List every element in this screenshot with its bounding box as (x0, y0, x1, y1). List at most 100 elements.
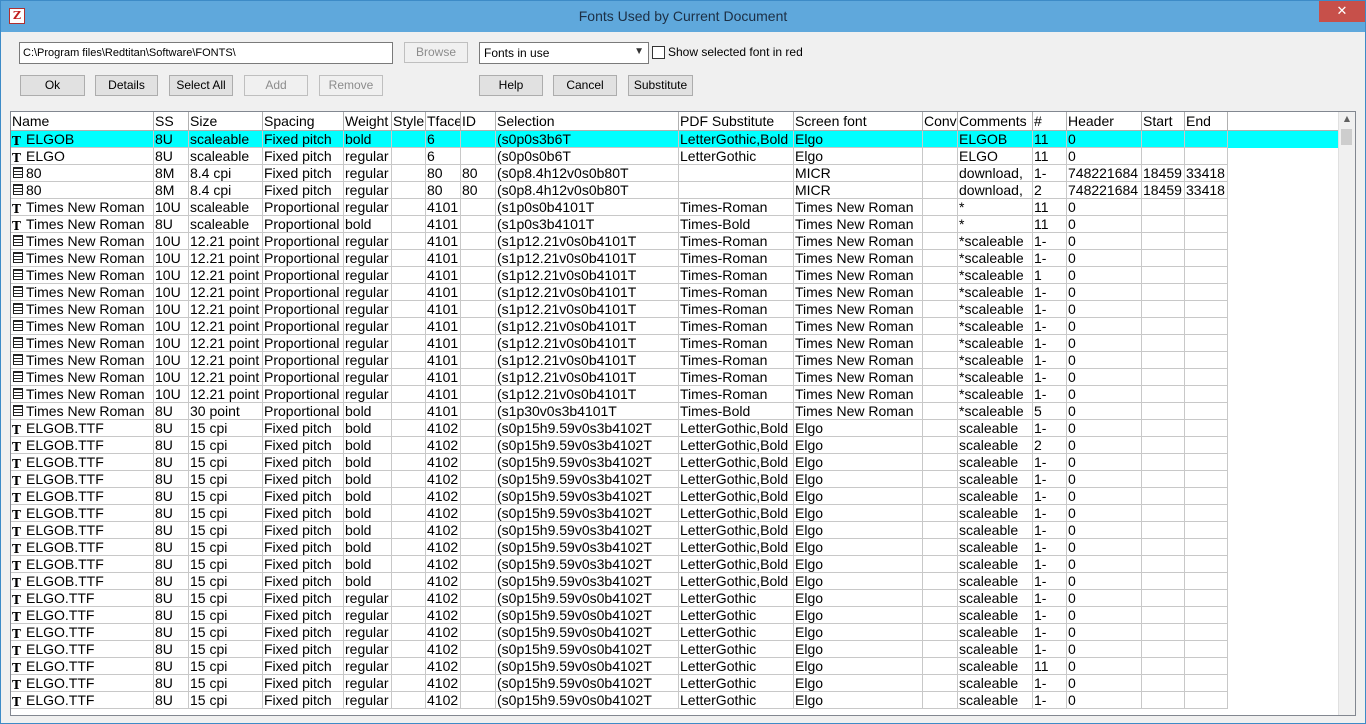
column-header-selection[interactable]: Selection (496, 112, 679, 130)
column-header-id[interactable]: ID (461, 112, 496, 130)
column-header-ss[interactable]: SS (154, 112, 189, 130)
table-row[interactable]: Times New Roman 10U 12.21 point Proportiona… (11, 318, 1341, 335)
table-row[interactable]: ELGOB.TTF 8U 15 cpi Fixed pitch bold 4102 (s0p… (11, 420, 1341, 437)
column-header-size[interactable]: Size (189, 112, 263, 130)
printer-font-icon (12, 166, 24, 179)
table-row[interactable]: ELGOB 8U scaleable Fixed pitch bold 6 (s0p0s3b… (11, 131, 1341, 148)
table-row[interactable]: ELGOB.TTF 8U 15 cpi Fixed pitch bold 4102 (s0p… (11, 454, 1341, 471)
column-header-start[interactable]: Start (1142, 112, 1185, 130)
table-row[interactable]: ELGOB.TTF 8U 15 cpi Fixed pitch bold 4102 (s0p… (11, 437, 1341, 454)
table-row[interactable]: ELGO 8U scaleable Fixed pitch regular 6 (s0p0s… (11, 148, 1341, 165)
table-row[interactable]: ELGOB.TTF 8U 15 cpi Fixed pitch bold 4102 (s0p… (11, 573, 1341, 590)
column-header-header[interactable]: Header (1067, 112, 1142, 130)
table-row[interactable]: ELGOB.TTF 8U 15 cpi Fixed pitch bold 4102 (s0p… (11, 522, 1341, 539)
table-cell: (s1p12.21v0s0b4101T (496, 250, 679, 267)
cell-text: 33418 (1186, 165, 1225, 181)
column-header-end[interactable]: End (1185, 112, 1228, 130)
table-row[interactable]: 80 8M 8.4 cpi Fixed pitch regular 80 80 (s0p8.4… (11, 165, 1341, 182)
table-row[interactable]: ELGOB.TTF 8U 15 cpi Fixed pitch bold 4102 (s0p… (11, 505, 1341, 522)
table-row[interactable]: Times New Roman 10U 12.21 point Proportiona… (11, 369, 1341, 386)
help-button[interactable]: Help (479, 75, 543, 96)
table-cell: 1- (1033, 522, 1067, 539)
column-header-[interactable]: # (1033, 112, 1067, 130)
add-button[interactable]: Add (244, 75, 308, 96)
table-row[interactable]: Times New Roman 10U 12.21 point Proportiona… (11, 386, 1341, 403)
table-row[interactable]: 80 8M 8.4 cpi Fixed pitch regular 80 80 (s0p8.4… (11, 182, 1341, 199)
column-header-pdf-substitute[interactable]: PDF Substitute (679, 112, 794, 130)
column-header-comments[interactable]: Comments (958, 112, 1033, 130)
cell-text: regular (345, 624, 389, 640)
cell-text: 4101 (427, 403, 459, 419)
cancel-button[interactable]: Cancel (553, 75, 617, 96)
cell-text: (s0p8.4h12v0s0b80T (497, 165, 629, 181)
table-row[interactable]: ELGOB.TTF 8U 15 cpi Fixed pitch bold 4102 (s0p… (11, 539, 1341, 556)
cell-text: ELGO (959, 148, 998, 164)
table-row[interactable]: Times New Roman 10U 12.21 point Proportiona… (11, 352, 1341, 369)
cell-text: (s1p12.21v0s0b4101T (497, 386, 637, 402)
browse-button[interactable]: Browse (404, 42, 468, 63)
cell-text: 4102 (427, 454, 459, 470)
column-header-weight[interactable]: Weight (344, 112, 392, 130)
table-row[interactable]: ELGOB.TTF 8U 15 cpi Fixed pitch bold 4102 (s0p… (11, 471, 1341, 488)
cell-text: regular (345, 148, 389, 164)
cell-text: LetterGothic,Bold (680, 437, 789, 453)
table-cell: Fixed pitch (263, 471, 344, 488)
column-header-name[interactable]: Name (11, 112, 154, 130)
table-cell: 10U (154, 369, 189, 386)
table-cell: scaleable (958, 658, 1033, 675)
table-cell: Fixed pitch (263, 165, 344, 182)
remove-button[interactable]: Remove (319, 75, 383, 96)
cell-text: Times-Roman (680, 250, 768, 266)
table-row[interactable]: ELGO.TTF 8U 15 cpi Fixed pitch regular 4102 (s… (11, 658, 1341, 675)
table-cell: Proportional (263, 284, 344, 301)
ok-button[interactable]: Ok (20, 75, 85, 96)
fonts-path-input[interactable]: C:\Program files\Redtitan\Software\FONTS… (19, 42, 393, 64)
fonts-list[interactable]: Name SS Size Spacing Weight Style Tface ID Selec… (10, 111, 1356, 716)
vertical-scrollbar[interactable]: ▲ (1338, 112, 1355, 715)
table-row[interactable]: Times New Roman 10U 12.21 point Proportiona… (11, 250, 1341, 267)
column-header-spacing[interactable]: Spacing (263, 112, 344, 130)
table-row[interactable]: ELGOB.TTF 8U 15 cpi Fixed pitch bold 4102 (s0p… (11, 488, 1341, 505)
scroll-up-icon[interactable]: ▲ (1339, 114, 1355, 123)
cell-text: *scaleable (959, 250, 1024, 266)
table-row[interactable]: Times New Roman 8U 30 point Proportional bol… (11, 403, 1341, 420)
select-all-button[interactable]: Select All (169, 75, 233, 96)
table-cell: 10U (154, 250, 189, 267)
column-header-screen-font[interactable]: Screen font (794, 112, 923, 130)
table-row[interactable]: ELGO.TTF 8U 15 cpi Fixed pitch regular 4102 (s… (11, 590, 1341, 607)
table-row[interactable]: Times New Roman 8U scaleable Proportional bo… (11, 216, 1341, 233)
table-row[interactable]: Times New Roman 10U 12.21 point Proportiona… (11, 284, 1341, 301)
table-row[interactable]: Times New Roman 10U 12.21 point Proportiona… (11, 233, 1341, 250)
table-row[interactable]: ELGO.TTF 8U 15 cpi Fixed pitch regular 4102 (s… (11, 692, 1341, 709)
table-row[interactable]: ELGO.TTF 8U 15 cpi Fixed pitch regular 4102 (s… (11, 607, 1341, 624)
table-row[interactable]: ELGO.TTF 8U 15 cpi Fixed pitch regular 4102 (s… (11, 624, 1341, 641)
table-row[interactable]: ELGO.TTF 8U 15 cpi Fixed pitch regular 4102 (s… (11, 641, 1341, 658)
cell-text: (s0p15h9.59v0s3b4102T (497, 539, 652, 555)
cell-text: ELGO.TTF (26, 590, 95, 606)
close-button[interactable]: ✕ (1319, 1, 1365, 22)
cell-text: Times New Roman (795, 199, 914, 215)
column-header-style[interactable]: Style (392, 112, 426, 130)
column-header-conv[interactable]: Conv (923, 112, 958, 130)
table-cell: Elgo (794, 607, 923, 624)
table-cell (461, 624, 496, 641)
table-cell: 8U (154, 420, 189, 437)
details-button[interactable]: Details (95, 75, 158, 96)
table-row[interactable]: ELGOB.TTF 8U 15 cpi Fixed pitch bold 4102 (s0p… (11, 556, 1341, 573)
table-row[interactable]: Times New Roman 10U scaleable Proportional r… (11, 199, 1341, 216)
column-header-tface[interactable]: Tface (426, 112, 461, 130)
cell-text: Fixed pitch (264, 505, 332, 521)
cell-text: Times-Roman (680, 318, 768, 334)
table-cell: LetterGothic (679, 675, 794, 692)
show-red-checkbox[interactable] (652, 46, 665, 59)
substitute-button[interactable]: Substitute (628, 75, 693, 96)
table-row[interactable]: Times New Roman 10U 12.21 point Proportiona… (11, 335, 1341, 352)
font-filter-select[interactable]: Fonts in use ▼ (479, 42, 649, 64)
table-row[interactable]: ELGO.TTF 8U 15 cpi Fixed pitch regular 4102 (s… (11, 675, 1341, 692)
table-row[interactable]: Times New Roman 10U 12.21 point Proportiona… (11, 267, 1341, 284)
table-cell: Proportional (263, 318, 344, 335)
scroll-thumb[interactable] (1341, 129, 1352, 145)
table-cell: bold (344, 454, 392, 471)
table-row[interactable]: Times New Roman 10U 12.21 point Proportiona… (11, 301, 1341, 318)
table-cell (923, 352, 958, 369)
